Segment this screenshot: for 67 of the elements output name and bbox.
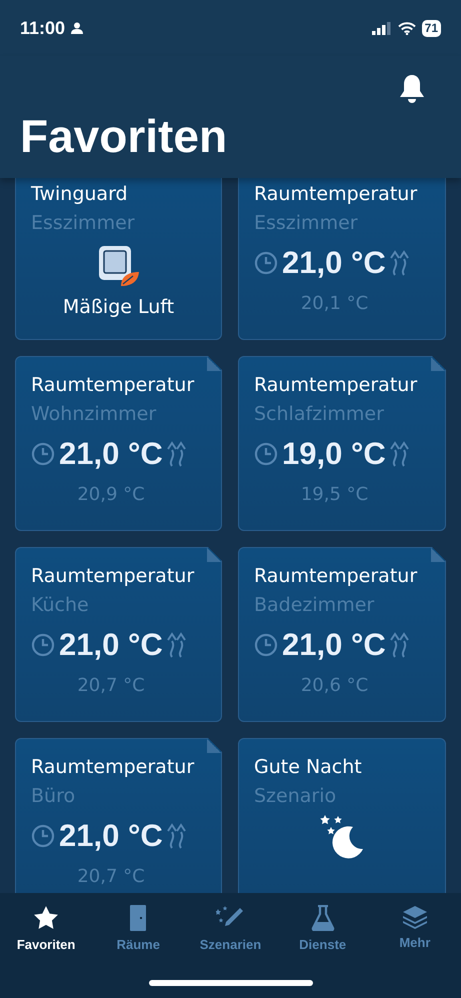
heating-icon bbox=[166, 441, 187, 467]
card-subtitle: Wohnzimmer bbox=[31, 402, 158, 427]
clock-icon bbox=[254, 633, 278, 657]
current-temperature: 20,7 °C bbox=[77, 866, 145, 887]
card-subtitle: Szenario bbox=[254, 784, 338, 809]
person-icon bbox=[71, 22, 84, 34]
setpoint-temperature: 19,0 °C bbox=[282, 436, 386, 472]
card-title: Raumtemperatur bbox=[31, 373, 196, 398]
card-subtitle: Schlafzimmer bbox=[254, 402, 385, 427]
signal-icon bbox=[372, 22, 392, 34]
card-title: Raumtemperatur bbox=[254, 182, 418, 207]
device-card[interactable]: Raumtemperatur Schlafzimmer 19,0 °C 19,5 °C bbox=[238, 356, 446, 531]
setpoint-temperature: 21,0 °C bbox=[282, 627, 386, 663]
current-temperature: 20,6 °C bbox=[300, 675, 368, 696]
heating-icon bbox=[390, 632, 410, 658]
battery-level: 71 bbox=[422, 20, 441, 36]
moon-stars-icon bbox=[319, 813, 365, 859]
heating-icon bbox=[166, 823, 187, 849]
device-card[interactable]: Gute Nacht Szenario bbox=[238, 738, 446, 893]
device-card[interactable]: Raumtemperatur Esszimmer 21,0 °C 20,1 °C bbox=[238, 178, 446, 340]
clock-icon bbox=[31, 633, 55, 657]
clock-icon bbox=[31, 442, 55, 466]
card-title: Gute Nacht bbox=[254, 755, 363, 780]
page-title: Favoriten bbox=[20, 110, 228, 162]
heating-icon bbox=[390, 250, 410, 276]
device-card[interactable]: Raumtemperatur Büro 21,0 °C 20,7 °C bbox=[15, 738, 222, 893]
card-subtitle: Esszimmer bbox=[254, 211, 359, 236]
card-title: Raumtemperatur bbox=[31, 564, 196, 589]
setpoint-temperature: 21,0 °C bbox=[282, 245, 386, 281]
card-subtitle: Küche bbox=[31, 593, 90, 618]
door-icon bbox=[130, 905, 146, 931]
heating-icon bbox=[390, 441, 410, 467]
card-subtitle: Büro bbox=[31, 784, 76, 809]
current-temperature: 20,1 °C bbox=[300, 293, 368, 314]
air-sensor-icon bbox=[96, 244, 140, 288]
wifi-icon bbox=[398, 22, 416, 34]
setpoint-temperature: 21,0 °C bbox=[59, 627, 163, 663]
layers-icon bbox=[402, 905, 428, 929]
tab-item[interactable]: Dienste bbox=[278, 905, 368, 952]
card-title: Raumtemperatur bbox=[254, 373, 418, 398]
heating-icon bbox=[166, 632, 187, 658]
tab-item[interactable]: Mehr bbox=[370, 905, 460, 952]
clock-icon bbox=[31, 824, 55, 848]
current-temperature: 19,5 °C bbox=[300, 484, 368, 505]
setpoint-temperature: 21,0 °C bbox=[59, 436, 163, 472]
tab-item[interactable]: Räume bbox=[93, 905, 184, 952]
current-temperature: 20,7 °C bbox=[77, 675, 145, 696]
card-title: Twinguard bbox=[31, 182, 129, 207]
clock-icon bbox=[254, 251, 278, 275]
device-card[interactable]: Twinguard Esszimmer Mäßige Luft bbox=[15, 178, 222, 340]
card-title: Raumtemperatur bbox=[31, 755, 196, 780]
card-subtitle: Badezimmer bbox=[254, 593, 376, 618]
clock-icon bbox=[254, 442, 278, 466]
flask-icon bbox=[310, 905, 335, 931]
current-temperature: 20,9 °C bbox=[77, 484, 145, 505]
card-subtitle: Esszimmer bbox=[31, 211, 136, 236]
bell-icon[interactable] bbox=[399, 74, 425, 104]
device-card[interactable]: Raumtemperatur Wohnzimmer 21,0 °C 20,9 °C bbox=[15, 356, 222, 531]
setpoint-temperature: 21,0 °C bbox=[59, 818, 163, 854]
tab-item[interactable]: Favoriten bbox=[1, 905, 92, 952]
device-card[interactable]: Raumtemperatur Badezimmer 21,0 °C 20,6 °C bbox=[238, 547, 446, 722]
air-quality-status: Mäßige Luft bbox=[62, 296, 174, 318]
tab-item[interactable]: Szenarien bbox=[185, 905, 276, 952]
star-icon bbox=[33, 905, 60, 931]
card-title: Raumtemperatur bbox=[254, 564, 418, 589]
device-card[interactable]: Raumtemperatur Küche 21,0 °C 20,7 °C bbox=[15, 547, 222, 722]
status-time: 11:00 bbox=[20, 18, 66, 38]
